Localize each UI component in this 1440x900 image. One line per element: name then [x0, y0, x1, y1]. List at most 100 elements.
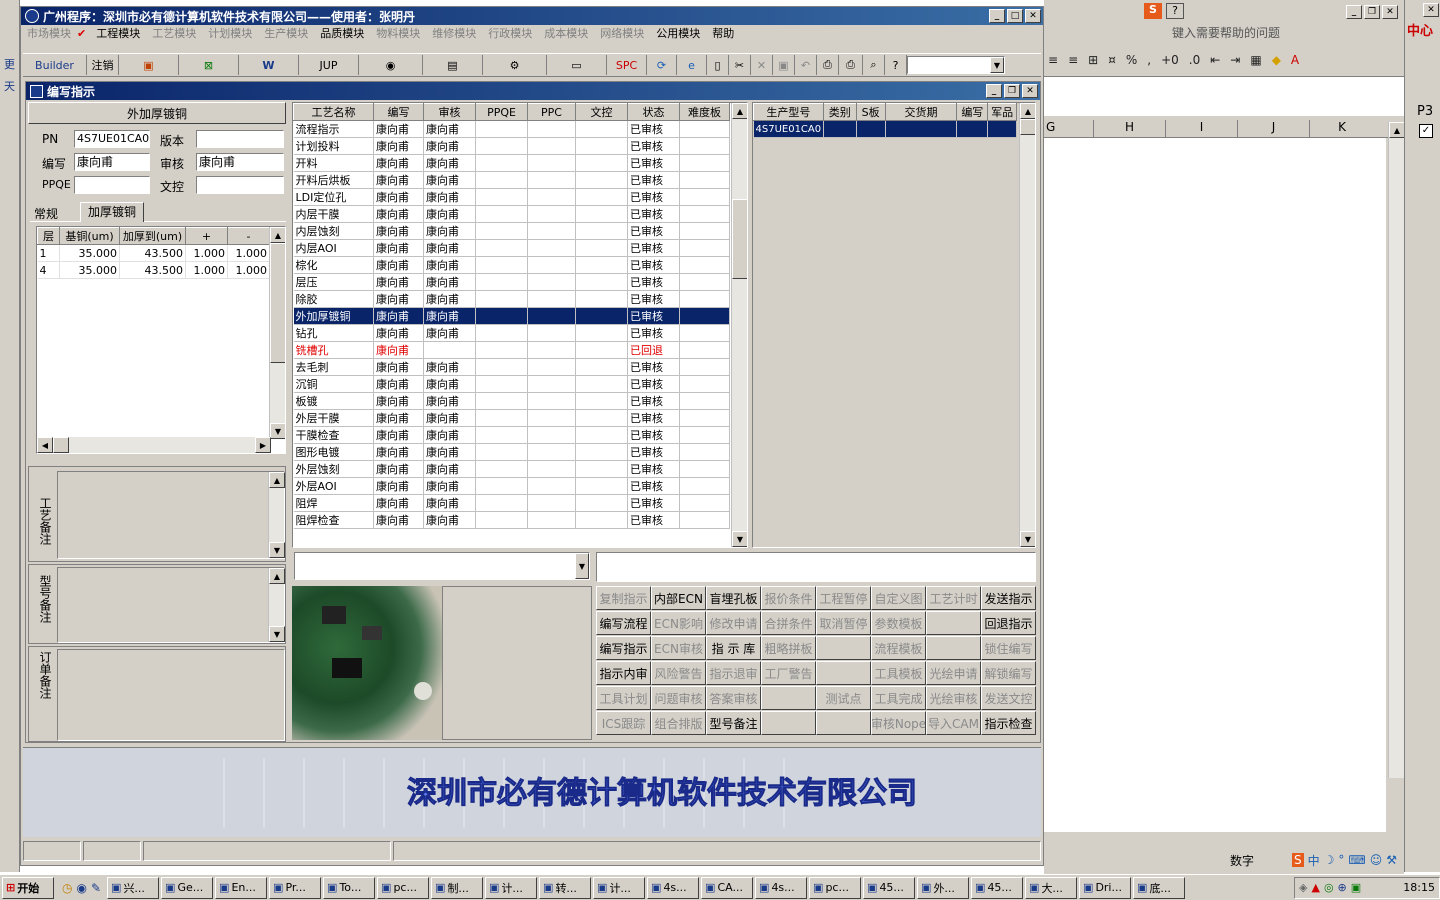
child-close-icon[interactable]: ✕: [1022, 84, 1038, 98]
remark-input[interactable]: [596, 552, 1036, 582]
process-row[interactable]: 棕化 康向甫 康向甫 已审核: [293, 256, 730, 274]
wrench-icon[interactable]: ⚒: [1386, 853, 1397, 867]
action-button[interactable]: 工具计划: [596, 686, 651, 710]
layer-grid[interactable]: 层基铜(um) 加厚到(um) + -1 35.000 43.500 1.000 1.000 4…: [36, 226, 286, 454]
find-icon[interactable]: ⌕: [863, 55, 885, 75]
layer-grid-hscroll[interactable]: ◀ ▶: [37, 437, 271, 453]
process-row[interactable]: 内层AOI 康向甫 康向甫 已审核: [293, 239, 730, 257]
action-button[interactable]: ICS跟踪: [596, 711, 651, 735]
process-row[interactable]: 阻焊 康向甫 康向甫 已审核: [293, 494, 730, 512]
scroll-up-icon[interactable]: ▲: [1020, 103, 1035, 119]
child-restore-icon[interactable]: ❐: [1004, 84, 1020, 98]
main-close-icon[interactable]: ✕: [1025, 9, 1041, 23]
scroll-down-icon[interactable]: ▼: [269, 626, 285, 642]
excel-icon[interactable]: ⊠: [179, 55, 239, 75]
process-row[interactable]: 外加厚镀铜 康向甫 康向甫 已审核: [293, 307, 730, 325]
tab-general[interactable]: 常规: [34, 205, 58, 222]
ime-mode-icon[interactable]: 中: [1308, 852, 1320, 869]
process-row[interactable]: 开料 康向甫 康向甫 已审核: [293, 154, 730, 172]
menu-item-11[interactable]: 公用模块: [650, 26, 706, 42]
taskbar-item[interactable]: ▣ 转...: [539, 876, 592, 899]
menu-item-2[interactable]: 工艺模块: [146, 26, 202, 42]
column-header-g[interactable]: G: [1044, 120, 1094, 137]
menu-item-3[interactable]: 计划模块: [202, 26, 258, 42]
taskbar-item[interactable]: ▣ En...: [215, 876, 268, 899]
help-search-input[interactable]: 键入需要帮助的问题: [1172, 24, 1364, 42]
menu-item-6[interactable]: 物料模块: [370, 26, 426, 42]
keyboard-icon[interactable]: ⌨: [1348, 853, 1365, 867]
process-col-header[interactable]: 审核: [423, 103, 476, 121]
clock-app-icon[interactable]: ◷: [62, 881, 72, 895]
action-button[interactable]: [926, 611, 981, 635]
process-row[interactable]: 沉铜 康向甫 康向甫 已审核: [293, 375, 730, 393]
product-col-header[interactable]: 军品: [987, 103, 1017, 121]
monitor-icon[interactable]: ▭: [547, 55, 607, 75]
taskbar-item[interactable]: ▣ Ge...: [161, 876, 214, 899]
product-grid-vscroll[interactable]: ▲ ▼: [1019, 103, 1035, 547]
print-icon[interactable]: ⎙: [839, 55, 863, 75]
action-button[interactable]: [761, 711, 816, 735]
action-button[interactable]: ECN影响: [651, 611, 706, 635]
action-button[interactable]: 工程暂停: [816, 586, 871, 610]
layer-col-header[interactable]: 层: [37, 227, 60, 245]
indent-icon[interactable]: ⇤: [1210, 53, 1220, 67]
action-button[interactable]: 工具模板: [871, 661, 926, 685]
action-button[interactable]: [816, 636, 871, 660]
action-button[interactable]: 合拼条件: [761, 611, 816, 635]
process-col-header[interactable]: 文控: [575, 103, 628, 121]
moon-icon[interactable]: ☽: [1324, 853, 1335, 867]
layer-row[interactable]: 4 35.000 43.500 1.000 1.000: [37, 261, 270, 279]
action-button[interactable]: 盲埋孔板: [706, 586, 761, 610]
layer-col-header[interactable]: 加厚到(um): [119, 227, 186, 245]
column-header-i[interactable]: I: [1166, 120, 1238, 137]
scroll-up-icon[interactable]: ▲: [1389, 122, 1405, 138]
tray-icon-1[interactable]: ◈: [1299, 881, 1307, 894]
scroll-thumb[interactable]: [732, 199, 747, 279]
layer-row[interactable]: 1 35.000 43.500 1.000 1.000: [37, 244, 270, 262]
align-left-icon[interactable]: ≡: [1048, 53, 1058, 67]
action-button[interactable]: 型号备注: [706, 711, 761, 735]
increase-decimal-icon[interactable]: +0: [1161, 53, 1179, 67]
action-button[interactable]: 内部ECN: [651, 586, 706, 610]
process-col-header[interactable]: 状态: [627, 103, 680, 121]
menu-item-9[interactable]: 成本模块: [538, 26, 594, 42]
action-button[interactable]: 锁住编写: [981, 636, 1036, 660]
scroll-down-icon[interactable]: ▼: [269, 542, 285, 558]
taskbar-item[interactable]: ▣ Pr...: [269, 876, 322, 899]
action-button[interactable]: 问题审核: [651, 686, 706, 710]
taskbar-item[interactable]: ▣ 计...: [485, 876, 538, 899]
toolbar-combobox[interactable]: ▼: [907, 56, 1005, 74]
process-col-header[interactable]: 难度板: [679, 103, 730, 121]
process-row[interactable]: 计划投料 康向甫 康向甫 已审核: [293, 137, 730, 155]
outdent-icon[interactable]: ⇥: [1230, 53, 1240, 67]
scroll-thumb[interactable]: [270, 243, 285, 363]
product-col-header[interactable]: 编写: [956, 103, 989, 121]
process-row[interactable]: 阻焊检查 康向甫 康向甫 已审核: [293, 511, 730, 529]
process-row[interactable]: 内层蚀刻 康向甫 康向甫 已审核: [293, 222, 730, 240]
excel-vscroll[interactable]: ▲: [1388, 122, 1405, 778]
taskbar-item[interactable]: ▣ Dri...: [1079, 876, 1132, 899]
taskbar-item[interactable]: ▣ 4s...: [755, 876, 808, 899]
product-col-header[interactable]: 类别: [822, 103, 857, 121]
process-row[interactable]: 除胶 康向甫 康向甫 已审核: [293, 290, 730, 308]
action-button[interactable]: 工厂警告: [761, 661, 816, 685]
menu-item-4[interactable]: 生产模块: [258, 26, 314, 42]
tray-icon-3[interactable]: ◎: [1324, 881, 1334, 894]
close-icon[interactable]: ✕: [1382, 5, 1398, 19]
taskbar-item[interactable]: ▣ 45...: [863, 876, 916, 899]
child-minimize-icon[interactable]: _: [986, 84, 1002, 98]
taskbar-item[interactable]: ▣ 制...: [431, 876, 484, 899]
action-button[interactable]: 工艺计时: [926, 586, 981, 610]
action-button[interactable]: 光绘申请: [926, 661, 981, 685]
menu-item-12[interactable]: 帮助: [706, 26, 740, 42]
delete-icon[interactable]: ✕: [751, 55, 773, 75]
checkbox-icon[interactable]: ✓: [1419, 124, 1433, 138]
builder-button[interactable]: Builder: [23, 55, 87, 75]
action-button[interactable]: 回退指示: [981, 611, 1036, 635]
column-header-j[interactable]: J: [1238, 120, 1310, 137]
app-quick-icon[interactable]: ◉: [76, 881, 86, 895]
minimize-icon[interactable]: _: [1346, 5, 1362, 19]
layer-col-header[interactable]: 基铜(um): [59, 227, 120, 245]
excel-formula-bar[interactable]: [1044, 76, 1404, 116]
doc-control-field[interactable]: [196, 176, 284, 194]
